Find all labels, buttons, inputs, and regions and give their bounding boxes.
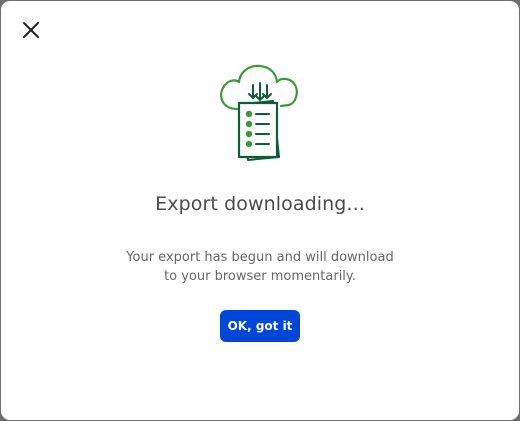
dialog-title: Export downloading... [155,193,365,215]
close-icon [22,21,40,44]
dialog-message: Your export has begun and will download … [126,250,394,284]
export-dialog: Export downloading... Your export has be… [1,1,519,420]
close-button[interactable] [20,21,42,43]
cloud-download-document-icon [215,61,307,165]
ok-got-it-button[interactable]: OK, got it [220,310,300,342]
